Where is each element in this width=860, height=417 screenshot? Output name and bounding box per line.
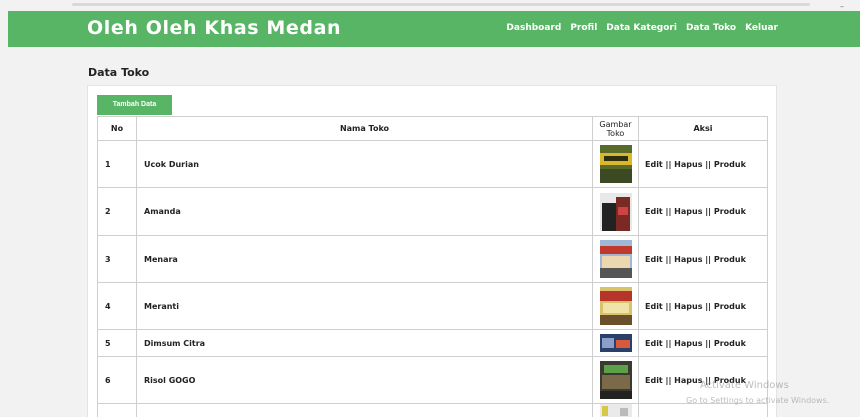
store-name: Meranti (136, 282, 593, 330)
store-image-cell (592, 329, 639, 357)
nav-profil[interactable]: Profil (570, 23, 597, 33)
nav-keluar[interactable]: Keluar (745, 23, 778, 33)
row-actions[interactable]: Edit || Hapus || Produk (638, 187, 768, 236)
minimize-icon[interactable]: – (840, 2, 844, 11)
row-number: 5 (97, 329, 137, 357)
table-row (97, 403, 768, 417)
store-image-cell (592, 403, 639, 417)
store-photo (599, 287, 632, 325)
action-links[interactable]: Edit || Hapus || Produk (645, 207, 746, 216)
nav-dashboard[interactable]: Dashboard (506, 23, 561, 33)
store-photo (599, 334, 632, 352)
watermark-subtitle: Go to Settings to activate Windows. (686, 396, 830, 405)
store-photo (599, 192, 632, 231)
brand-title[interactable]: Oleh Oleh Khas Medan (87, 17, 341, 39)
activation-watermark: Activate Windows Go to Settings to activ… (686, 380, 829, 405)
table-header-row: No Nama Toko Gambar Toko Aksi (97, 116, 768, 141)
action-links[interactable]: Edit || Hapus || Produk (645, 160, 746, 169)
browser-top-strip: – (0, 0, 860, 11)
column-header-aksi: Aksi (638, 116, 768, 141)
store-image-cell (592, 282, 639, 330)
column-header-nama-toko: Nama Toko (136, 116, 593, 141)
row-actions[interactable]: Edit || Hapus || Produk (638, 235, 768, 283)
store-image-cell (592, 356, 639, 404)
store-photo (599, 404, 632, 417)
row-actions[interactable]: Edit || Hapus || Produk (638, 282, 768, 330)
add-data-button[interactable]: Tambah Data (97, 95, 172, 115)
action-links[interactable]: Edit || Hapus || Produk (645, 255, 746, 264)
action-links[interactable]: Edit || Hapus || Produk (645, 302, 746, 311)
store-image-cell (592, 187, 639, 236)
row-number: 4 (97, 282, 137, 330)
row-number: 6 (97, 356, 137, 404)
column-header-gambar-toko: Gambar Toko (592, 116, 639, 141)
store-name: Risol GOGO (136, 356, 593, 404)
store-image-cell (592, 235, 639, 283)
store-name: Dimsum Citra (136, 329, 593, 357)
table-row: 5 Dimsum Citra Edit || Hapus || Produk (97, 329, 768, 357)
row-actions[interactable]: Edit || Hapus || Produk (638, 329, 768, 357)
page-title: Data Toko (88, 66, 150, 79)
main-nav: Dashboard Profil Data Kategori Data Toko… (506, 23, 778, 33)
table-row: 2 Amanda Edit || Hapus || Produk (97, 187, 768, 236)
table-row: 4 Meranti Edit || Hapus || Produk (97, 282, 768, 330)
column-header-no: No (97, 116, 137, 141)
nav-data-toko[interactable]: Data Toko (686, 23, 736, 33)
app-header: Oleh Oleh Khas Medan Dashboard Profil Da… (8, 11, 860, 47)
store-photo (599, 240, 632, 278)
store-photo (599, 361, 632, 399)
watermark-title: Activate Windows (700, 380, 789, 391)
row-number: 2 (97, 187, 137, 236)
table-row: 3 Menara Edit || Hapus || Produk (97, 235, 768, 283)
store-photo (599, 145, 632, 183)
nav-data-kategori[interactable]: Data Kategori (606, 23, 677, 33)
action-links[interactable]: Edit || Hapus || Produk (645, 339, 746, 348)
store-name (136, 403, 593, 417)
store-image-cell (592, 140, 639, 188)
table-row: 6 Risol GOGO Edit || Hapus || Produk (97, 356, 768, 404)
row-actions[interactable]: Edit || Hapus || Produk (638, 140, 768, 188)
row-actions[interactable] (638, 403, 768, 417)
scroll-track (72, 3, 810, 6)
store-name: Menara (136, 235, 593, 283)
store-name: Amanda (136, 187, 593, 236)
row-number (97, 403, 137, 417)
store-table: No Nama Toko Gambar Toko Aksi 1 Ucok Dur… (97, 116, 768, 417)
row-number: 3 (97, 235, 137, 283)
row-number: 1 (97, 140, 137, 188)
store-name: Ucok Durian (136, 140, 593, 188)
table-row: 1 Ucok Durian Edit || Hapus || Produk (97, 140, 768, 188)
